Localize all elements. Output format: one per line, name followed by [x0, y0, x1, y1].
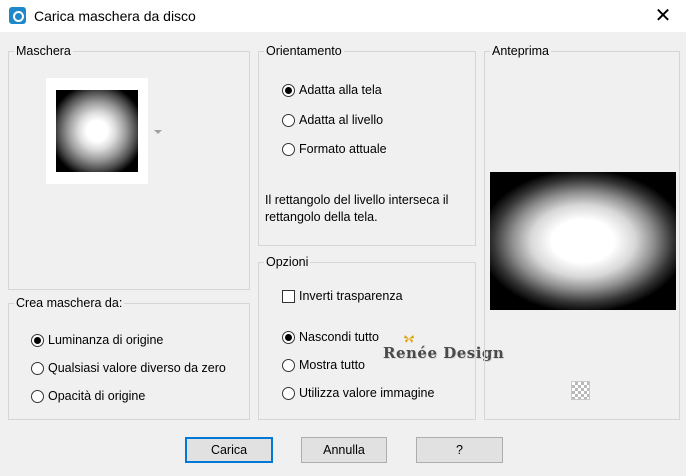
- mask-legend: Maschera: [14, 44, 73, 58]
- radio-label: Nascondi tutto: [299, 330, 379, 344]
- radio-use-image-value[interactable]: Utilizza valore immagine: [282, 386, 434, 400]
- load-button[interactable]: Carica: [185, 437, 273, 463]
- title-bar: Carica maschera da disco ✕: [0, 0, 686, 32]
- radio-button[interactable]: [31, 361, 44, 375]
- radio-fit-canvas[interactable]: Adatta alla tela: [282, 83, 382, 97]
- radio-button[interactable]: [282, 83, 295, 97]
- radio-label: Mostra tutto: [299, 358, 365, 372]
- radio-show-all[interactable]: Mostra tutto: [282, 358, 365, 372]
- chevron-down-icon[interactable]: [154, 130, 162, 134]
- radio-source-opacity[interactable]: Opacità di origine: [31, 389, 145, 403]
- orientation-legend: Orientamento: [264, 44, 344, 58]
- preview-legend: Anteprima: [490, 44, 551, 58]
- radio-current-size[interactable]: Formato attuale: [282, 142, 387, 156]
- radio-label: Utilizza valore immagine: [299, 386, 435, 400]
- orientation-group: Orientamento Adatta alla tela Adatta al …: [258, 44, 476, 246]
- radio-button[interactable]: [31, 333, 44, 347]
- butterfly-icon: [404, 335, 414, 343]
- create-mask-legend: Crea maschera da:: [14, 296, 125, 310]
- checkbox-label: Inverti trasparenza: [299, 289, 403, 303]
- preview-image: [490, 172, 676, 310]
- mask-thumbnail-image: [56, 90, 138, 172]
- radio-button[interactable]: [282, 386, 295, 400]
- options-group: Opzioni Inverti trasparenza Nascondi tut…: [258, 255, 476, 420]
- options-legend: Opzioni: [264, 255, 311, 269]
- radio-source-luminance[interactable]: Luminanza di origine: [31, 333, 163, 347]
- radio-label: Luminanza di origine: [48, 333, 164, 347]
- mask-thumbnail-button[interactable]: [46, 78, 148, 184]
- radio-label: Qualsiasi valore diverso da zero: [48, 361, 226, 375]
- radio-any-nonzero[interactable]: Qualsiasi valore diverso da zero: [31, 361, 226, 375]
- close-icon[interactable]: ✕: [640, 0, 686, 32]
- radio-button[interactable]: [282, 330, 295, 344]
- radio-button[interactable]: [31, 389, 44, 403]
- app-icon: [9, 7, 26, 24]
- radio-button[interactable]: [282, 113, 295, 127]
- radio-label: Adatta alla tela: [299, 83, 382, 97]
- radio-label: Adatta al livello: [299, 113, 384, 127]
- radio-button[interactable]: [282, 358, 295, 372]
- orientation-info-text: Il rettangolo del livello interseca il r…: [265, 193, 449, 224]
- checkbox[interactable]: [282, 289, 295, 303]
- preview-group: Anteprima: [484, 44, 680, 420]
- transparency-toggle-icon[interactable]: [571, 381, 590, 400]
- create-mask-from-group: Crea maschera da: Luminanza di origine Q…: [8, 296, 250, 420]
- radio-button[interactable]: [282, 142, 295, 156]
- mask-group: Maschera: [8, 44, 250, 290]
- radio-label: Opacità di origine: [48, 389, 146, 403]
- cancel-button[interactable]: Annulla: [301, 437, 387, 463]
- radio-label: Formato attuale: [299, 142, 387, 156]
- radio-fit-layer[interactable]: Adatta al livello: [282, 113, 383, 127]
- window-title: Carica maschera da disco: [34, 8, 196, 24]
- radio-hide-all[interactable]: Nascondi tutto: [282, 330, 379, 344]
- invert-transparency-checkbox[interactable]: Inverti trasparenza: [282, 289, 403, 303]
- help-button[interactable]: ?: [416, 437, 503, 463]
